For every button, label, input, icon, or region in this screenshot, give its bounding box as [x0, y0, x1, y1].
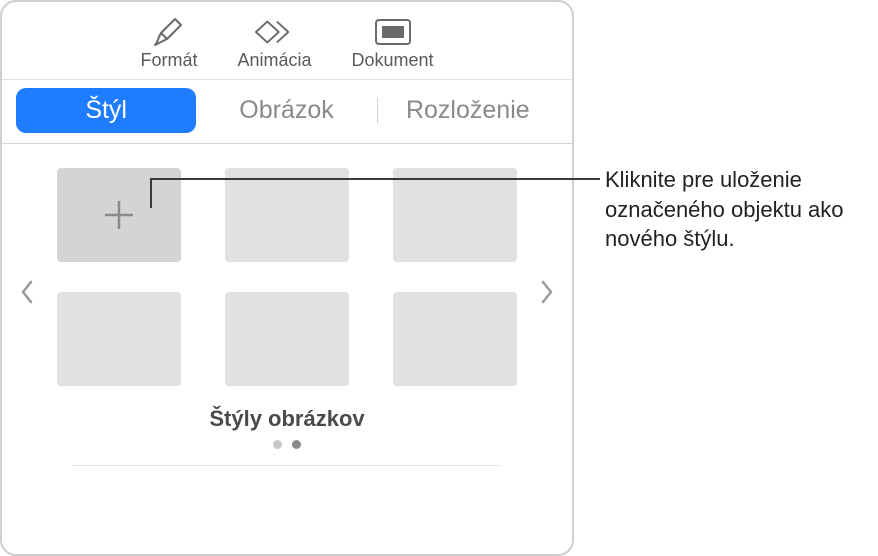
tab-style[interactable]: Štýl — [16, 88, 196, 133]
style-thumb[interactable] — [225, 292, 349, 386]
image-styles-area: Štýly obrázkov — [2, 144, 572, 476]
tab-layout[interactable]: Rozloženie — [378, 88, 558, 133]
inspector-tabbar: Štýl Obrázok Rozloženie — [2, 80, 572, 144]
styles-caption: Štýly obrázkov — [52, 406, 522, 432]
format-toolbar-button[interactable]: Formát — [140, 16, 197, 71]
tab-image[interactable]: Obrázok — [196, 88, 376, 133]
paintbrush-icon — [149, 16, 189, 48]
animation-toolbar-label: Animácia — [237, 50, 311, 71]
divider-line — [72, 465, 502, 466]
style-thumb[interactable] — [393, 292, 517, 386]
callout-leader-line — [150, 178, 600, 180]
callout-text: Kliknite pre uloženie označeného objektu… — [605, 165, 875, 254]
animation-toolbar-button[interactable]: Animácia — [237, 16, 311, 71]
style-thumb[interactable] — [57, 292, 181, 386]
add-style-button[interactable] — [57, 168, 181, 262]
style-thumb[interactable] — [225, 168, 349, 262]
page-dot[interactable] — [273, 440, 282, 449]
page-dots — [52, 440, 522, 449]
diamond-icon — [254, 16, 294, 48]
style-thumb[interactable] — [393, 168, 517, 262]
plus-icon — [99, 195, 139, 235]
document-toolbar-label: Dokument — [352, 50, 434, 71]
page-dot[interactable] — [292, 440, 301, 449]
inspector-toolbar: Formát Animácia Dokument — [2, 2, 572, 80]
format-toolbar-label: Formát — [140, 50, 197, 71]
styles-grid — [52, 168, 522, 386]
document-toolbar-button[interactable]: Dokument — [352, 16, 434, 71]
document-icon — [373, 16, 413, 48]
format-inspector-panel: Formát Animácia Dokument Štýl Obrázok — [0, 0, 574, 556]
styles-prev-arrow[interactable] — [12, 279, 42, 311]
styles-next-arrow[interactable] — [532, 279, 562, 311]
